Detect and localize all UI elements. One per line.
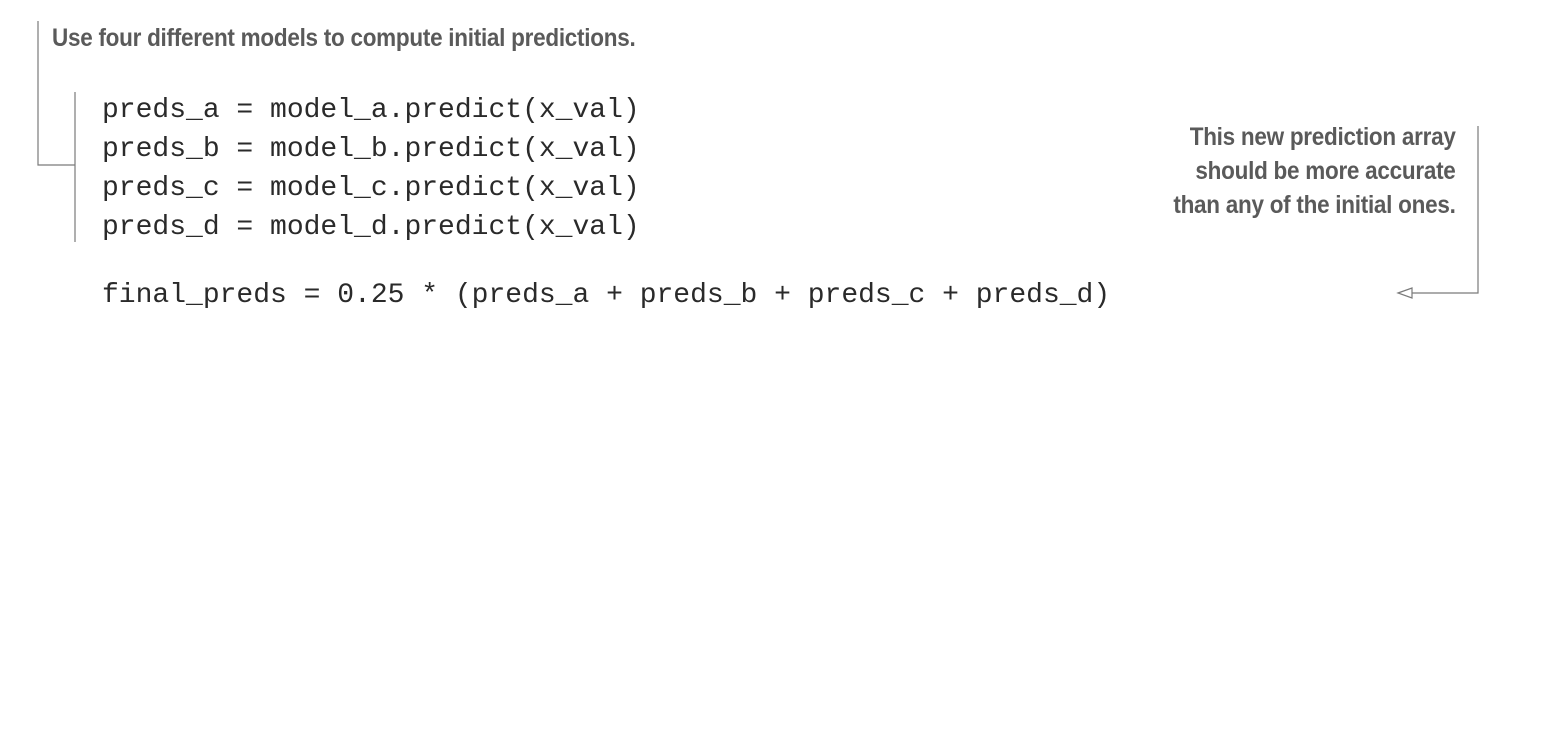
annotation-final-line-2: should be more accurate	[1195, 157, 1456, 185]
code-line-final-preds: final_preds = 0.25 * (preds_a + preds_b …	[102, 280, 1111, 311]
annotation-final-line-3: than any of the initial ones.	[1173, 191, 1456, 219]
code-listing-page: Use four different models to compute ini…	[0, 0, 1556, 750]
code-line-preds-c: preds_c = model_c.predict(x_val)	[102, 173, 640, 204]
annotation-final-line-1: This new prediction array	[1190, 123, 1456, 151]
code-line-preds-b: preds_b = model_b.predict(x_val)	[102, 134, 640, 165]
annotation-initial-predictions: Use four different models to compute ini…	[52, 24, 636, 52]
arrowhead-icon	[1396, 287, 1413, 299]
code-line-preds-d: preds_d = model_d.predict(x_val)	[102, 212, 640, 243]
code-block-predictions: preds_a = model_a.predict(x_val) preds_b…	[102, 91, 640, 247]
annotation-final-prediction: This new prediction array should be more…	[1174, 120, 1456, 222]
code-line-preds-a: preds_a = model_a.predict(x_val)	[102, 95, 640, 126]
